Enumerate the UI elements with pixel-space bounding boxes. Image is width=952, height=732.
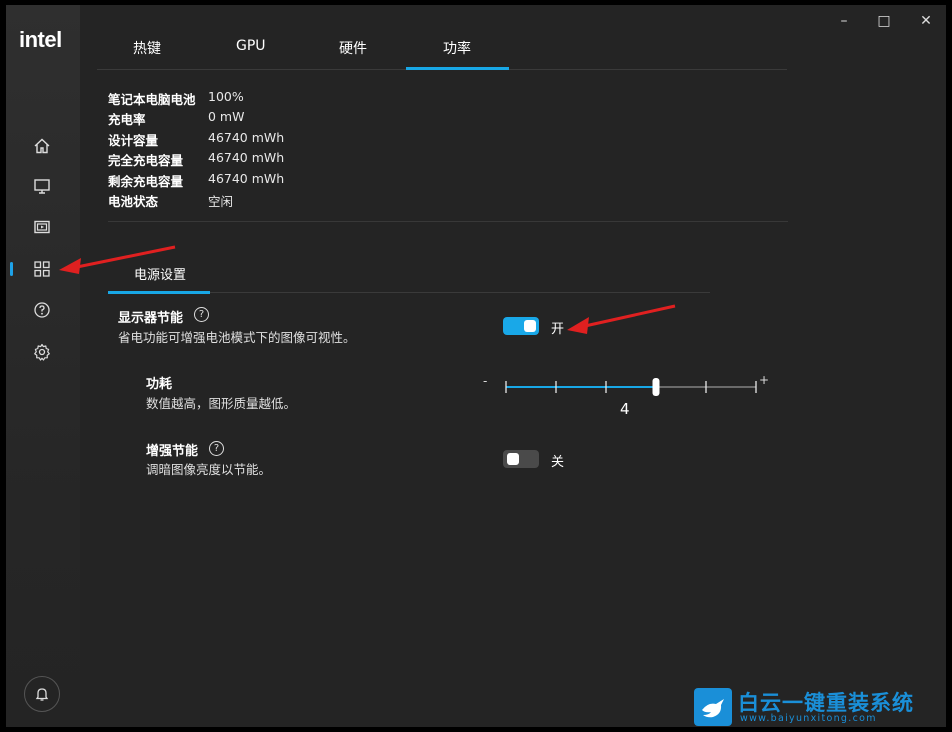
sidebar: intel	[6, 5, 80, 727]
enhanced-title: 增强节能	[146, 444, 199, 459]
active-tab-underline	[406, 67, 509, 70]
info-value: 空闲	[208, 194, 234, 209]
info-value: 46740 mWh	[208, 171, 285, 186]
top-tabs: 热键 GPU 硬件 功率	[97, 5, 787, 70]
minimize-button[interactable]: –	[834, 13, 854, 29]
power-title: 功耗	[146, 377, 173, 392]
info-value: 0 mW	[208, 109, 245, 124]
intel-logo: intel	[19, 27, 62, 52]
enhanced-desc: 调暗图像亮度以节能。	[146, 462, 272, 477]
tab-hotkeys[interactable]: 热键	[133, 38, 161, 58]
toggle-knob	[507, 453, 519, 465]
power-desc: 数值越高，图形质量越低。	[146, 396, 297, 411]
annotation-arrow	[59, 245, 176, 274]
slider-thumb[interactable]	[652, 378, 660, 396]
info-label: 设计容量	[108, 133, 159, 148]
active-subtab-underline	[108, 291, 210, 294]
maximize-button[interactable]: □	[874, 13, 894, 29]
display-power-toggle[interactable]	[503, 317, 539, 335]
tab-power[interactable]: 功率	[443, 38, 471, 58]
bell-icon[interactable]	[24, 676, 60, 712]
slider-minus[interactable]: -	[483, 374, 487, 388]
video-icon[interactable]	[31, 216, 53, 238]
display-power-desc: 省电功能可增强电池模式下的图像可视性。	[118, 330, 356, 345]
annotation-arrow	[567, 304, 676, 334]
info-label: 充电率	[108, 112, 146, 127]
display-power-title: 显示器节能	[118, 311, 184, 326]
display-power-state: 开	[551, 322, 565, 337]
watermark: 白云一键重装系统 www.baiyunxitong.com	[694, 688, 944, 728]
bird-logo-icon	[694, 688, 732, 726]
info-value: 46740 mWh	[208, 130, 285, 145]
watermark-url: www.baiyunxitong.com	[740, 713, 877, 724]
enhanced-state: 关	[551, 455, 565, 470]
grid-icon[interactable]	[31, 258, 53, 280]
info-label: 剩余充电容量	[108, 174, 184, 189]
divider	[108, 221, 788, 222]
tab-gpu[interactable]: GPU	[236, 38, 266, 54]
tab-hardware[interactable]: 硬件	[339, 38, 367, 58]
info-label: 电池状态	[108, 194, 159, 209]
help-icon[interactable]: ?	[194, 307, 209, 322]
active-indicator	[10, 262, 13, 276]
gear-icon[interactable]	[31, 341, 53, 363]
info-label: 完全充电容量	[108, 153, 184, 168]
home-icon[interactable]	[31, 135, 53, 157]
power-slider[interactable]	[488, 370, 778, 400]
info-value: 100%	[208, 89, 244, 104]
help-icon[interactable]: ?	[209, 441, 224, 456]
slider-value: 4	[620, 400, 630, 418]
enhanced-toggle[interactable]	[503, 450, 539, 468]
slider-plus[interactable]: +	[759, 373, 769, 387]
info-value: 46740 mWh	[208, 150, 285, 165]
help-icon[interactable]	[31, 299, 53, 321]
info-label: 笔记本电脑电池	[108, 92, 196, 107]
display-icon[interactable]	[31, 175, 53, 197]
close-button[interactable]: ✕	[916, 13, 936, 29]
toggle-knob	[524, 320, 536, 332]
app-window: intel – □ ✕ 热键 GPU 硬件 功率 笔记本电脑电池 100% 充电…	[6, 5, 946, 727]
